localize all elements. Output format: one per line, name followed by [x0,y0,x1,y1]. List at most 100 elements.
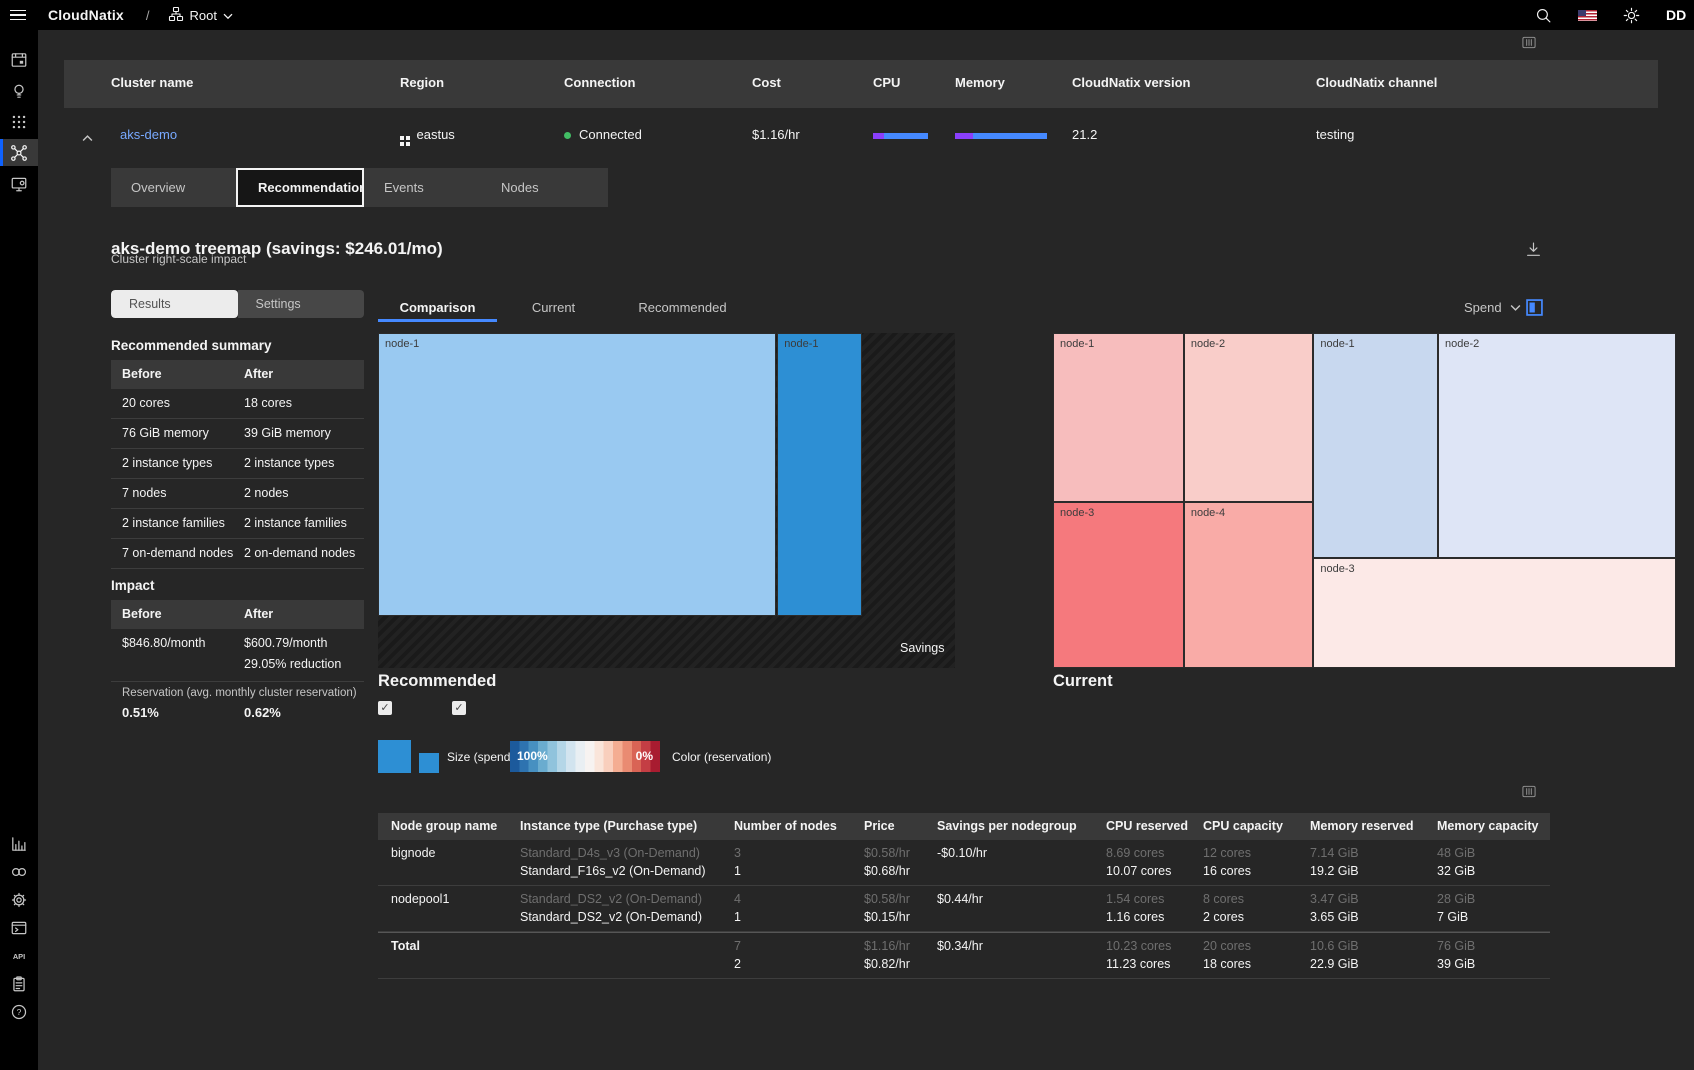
checkbox-nodepool1[interactable]: ✓ [452,701,466,715]
treemap-node[interactable]: node-1 [777,333,861,616]
column-header: Connection [564,75,636,90]
size-legend-small-square [419,753,439,773]
treemap-recommended-title: Recommended [378,672,496,691]
nodegroup-table-header: Node group name Instance type (Purchase t… [378,813,1550,840]
treemap-current-title: Current [1053,672,1113,691]
tab-nodes[interactable]: Nodes [481,168,608,207]
cluster-name-link[interactable]: aks-demo [120,127,177,142]
sidebar-item-provision-icon[interactable] [0,170,38,197]
column-header: Price [864,819,895,833]
after-value: 2 instance families [244,516,347,530]
column-header: Memory capacity [1437,819,1538,833]
summary-row: 2 instance families 2 instance families [111,509,364,539]
treemap-recommended: Savings node-1node-1 [378,333,955,668]
cluster-version: 21.2 [1072,127,1097,142]
sidebar-item-settings-icon[interactable] [0,886,38,913]
impact-after-reduction: 29.05% reduction [244,657,341,671]
before-value: 2 instance families [122,516,225,530]
summary-table-head: BeforeAfter [111,360,364,389]
topbar: CloudNatix / Root DD [0,0,1694,30]
tab-overview[interactable]: Overview [111,168,236,207]
scale-min-label: 0% [636,749,653,763]
sidebar-item-clusters-icon[interactable] [0,139,38,166]
impact-heading: Impact [111,578,155,593]
hierarchy-icon [168,6,184,25]
sidebar-item-insights-icon[interactable] [0,77,38,104]
column-settings-icon[interactable] [1521,784,1537,802]
status-dot [564,132,571,139]
column-header: Memory [955,75,1005,90]
summary-row: 7 nodes2 nodes [111,479,364,509]
scope-label: Root [190,8,217,23]
page-subtitle: Cluster right-scale impact [111,252,246,266]
avatar[interactable]: DD [1666,7,1694,23]
layout-panel-icon[interactable] [1526,299,1543,316]
checkbox-bignode[interactable]: ✓ [378,701,392,715]
scope-selector[interactable]: Root [168,6,233,25]
menu-icon[interactable] [0,0,38,30]
cluster-row[interactable]: aks-demo eastus Connected $1.16/hr 21.2 … [64,108,1658,162]
impact-before: $846.80/month [122,636,205,650]
after-value: 2 on-demand nodes [244,546,355,560]
impact-row: $846.80/month$600.79/month29.05% reducti… [111,629,364,682]
summary-row: 76 GiB memory39 GiB memory [111,419,364,449]
size-legend-label: Size (spend) [447,750,514,764]
language-button[interactable] [1578,10,1597,21]
impact-table: BeforeAfter$846.80/month$600.79/month29.… [111,600,364,682]
before-value: 7 on-demand nodes [122,546,233,560]
sidebar-item-audit-icon[interactable] [0,970,38,997]
svg-text:API: API [13,952,25,961]
chevron-down-icon [223,8,233,23]
column-header: CPU reserved [1106,819,1188,833]
cluster-region: eastus [400,127,455,146]
column-header: Number of nodes [734,819,837,833]
sidebar-item-console-icon[interactable] [0,914,38,941]
column-header: Instance type (Purchase type) [520,819,697,833]
azure-region-icon [400,136,410,146]
column-header: Cluster name [111,75,193,90]
sidebar-item-dashboard-icon[interactable] [0,46,38,73]
treemap-node[interactable]: node-1 [1313,333,1438,558]
download-icon[interactable] [1525,241,1542,258]
summary-heading: Recommended summary [111,338,272,353]
column-header: CloudNatix version [1072,75,1190,90]
treemap-node[interactable]: node-4 [1184,502,1314,668]
col-before: Before [122,607,162,621]
summary-row: 20 cores18 cores [111,389,364,419]
tab-events[interactable]: Events [364,168,481,207]
treemap-node[interactable]: node-3 [1053,502,1184,668]
column-header: Node group name [391,819,497,833]
reservation-label: Reservation (avg. monthly cluster reserv… [122,687,382,699]
sidebar-item-metering-icon[interactable] [0,830,38,857]
treemap-node[interactable]: node-2 [1438,333,1676,558]
column-settings-icon[interactable] [1521,35,1537,53]
sidebar-item-help-icon[interactable]: ? [0,998,38,1025]
chevron-down-icon [1510,300,1521,315]
table-row-bignode: bignodeStandard_D4s_v3 (On-Demand)Standa… [378,840,1550,886]
view-tab-recommended[interactable]: Recommended [610,295,755,320]
sidebar-item-integrations-icon[interactable] [0,858,38,885]
view-tab-comparison[interactable]: Comparison [378,295,497,320]
before-value: 20 cores [122,396,170,410]
treemap-node[interactable]: node-1 [378,333,776,616]
color-legend-label: Color (reservation) [672,750,771,764]
cpu-usage-bar [873,133,928,139]
search-icon[interactable] [1535,7,1552,24]
panel-tab-settings[interactable]: Settings [238,290,365,318]
after-value: 39 GiB memory [244,426,331,440]
collapse-row-icon[interactable] [82,130,93,145]
sidebar-item-api-icon[interactable]: API [0,942,38,969]
screen: CloudNatix / Root DD API? Cluster name Re… [0,0,1694,1070]
tab-recommendations[interactable]: Recommendations [236,168,364,207]
cluster-channel: testing [1316,127,1354,142]
sidebar-item-apps-icon[interactable] [0,108,38,135]
treemap-node[interactable]: node-2 [1184,333,1314,502]
col-after: After [244,367,273,381]
view-tab-current[interactable]: Current [497,295,610,320]
spend-dropdown[interactable]: Spend [1458,299,1527,316]
panel-tab-results[interactable]: Results [111,290,238,318]
treemap-node[interactable]: node-1 [1053,333,1184,502]
theme-toggle-icon[interactable] [1623,7,1640,24]
treemap-node[interactable]: node-3 [1313,558,1676,668]
before-value: 2 instance types [122,456,212,470]
